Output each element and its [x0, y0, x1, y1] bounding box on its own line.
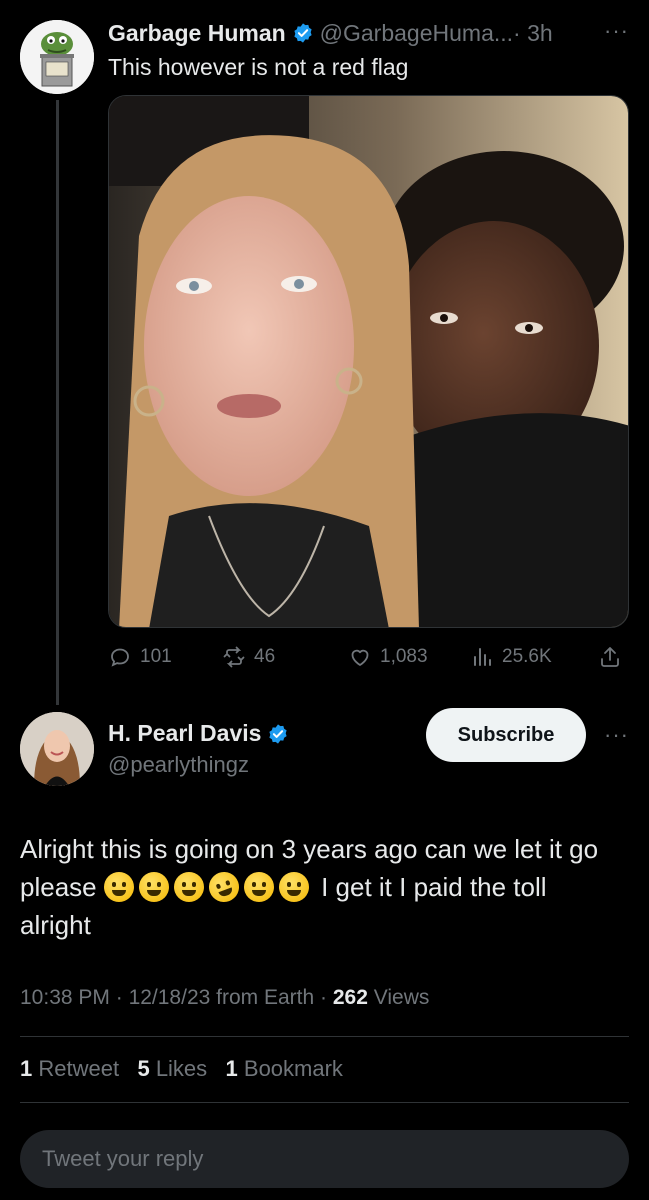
share-button[interactable]	[598, 640, 630, 674]
main-handle[interactable]: @pearlythingz	[108, 752, 249, 778]
retweet-icon	[223, 646, 245, 668]
divider	[20, 1036, 629, 1037]
couple-selfie-image	[109, 96, 628, 627]
reply-input[interactable]: Tweet your reply	[20, 1130, 629, 1188]
like-count: 1,083	[380, 646, 428, 667]
retweets-stat[interactable]: 1 Retweet	[20, 1056, 119, 1081]
views-count: 25.6K	[502, 646, 552, 667]
parent-tweet[interactable]: Garbage Human @GarbageHuma... · 3h ··· T…	[0, 0, 649, 700]
grinning-sweat-emoji-icon	[138, 872, 169, 902]
like-button[interactable]: 1,083	[348, 640, 428, 674]
parent-timestamp[interactable]: · 3h	[513, 20, 553, 47]
views-label: Views	[373, 986, 430, 1009]
verified-icon	[294, 23, 312, 43]
verified-icon	[269, 723, 288, 744]
views-number: 262	[332, 986, 368, 1009]
views-button[interactable]: 25.6K	[470, 640, 552, 674]
likes-stat[interactable]: 5 Likes	[137, 1056, 207, 1081]
reply-button[interactable]: 101	[108, 640, 172, 674]
grinning-sweat-emoji-icon	[103, 872, 134, 902]
divider	[20, 1102, 629, 1103]
more-icon[interactable]: ···	[604, 722, 629, 748]
tweet-date[interactable]: 12/18/23	[129, 986, 211, 1009]
rofl-emoji-icon	[204, 867, 244, 907]
engagement-stats: 1 Retweet 5 Likes 1 Bookmark	[20, 1056, 343, 1082]
tweet-source: from Earth	[216, 986, 315, 1009]
retweet-button[interactable]: 46	[222, 640, 275, 674]
share-icon	[601, 647, 619, 667]
bookmarks-stat[interactable]: 1 Bookmark	[226, 1056, 343, 1081]
parent-display-name[interactable]: Garbage Human	[108, 20, 286, 47]
main-display-name[interactable]: H. Pearl Davis	[108, 720, 261, 747]
grinning-sweat-emoji-icon	[173, 872, 204, 902]
oscar-trashcan-avatar-icon	[20, 20, 94, 94]
parent-tweet-text: This however is not a red flag	[108, 54, 409, 80]
tweet-metadata: 10:38 PM · 12/18/23 from Earth · 262 Vie…	[20, 986, 430, 1009]
tweet-photo[interactable]	[108, 95, 629, 628]
tweet-action-bar: 101 46 1,083 25.6K	[108, 640, 629, 674]
like-icon	[351, 649, 369, 666]
loudly-crying-emoji-icon	[278, 872, 309, 902]
subscribe-button[interactable]: Subscribe	[426, 708, 586, 762]
retweet-count: 46	[254, 646, 276, 667]
tweet-time[interactable]: 10:38 PM	[20, 986, 110, 1009]
profile-photo-image	[20, 712, 94, 786]
reply-placeholder: Tweet your reply	[42, 1146, 204, 1171]
parent-handle[interactable]: @GarbageHuma...	[320, 20, 513, 47]
main-avatar[interactable]	[20, 712, 94, 786]
parent-tweet-header: Garbage Human @GarbageHuma... · 3h	[108, 18, 628, 48]
views-icon	[474, 648, 491, 666]
main-tweet-text: Alright this is going on 3 years ago can…	[20, 830, 620, 944]
parent-avatar[interactable]	[20, 20, 94, 94]
loudly-crying-emoji-icon	[243, 872, 274, 902]
more-icon[interactable]: ···	[604, 18, 629, 44]
main-tweet-header: H. Pearl Davis	[108, 720, 295, 747]
reply-icon	[111, 648, 129, 667]
reply-count: 101	[140, 646, 172, 667]
